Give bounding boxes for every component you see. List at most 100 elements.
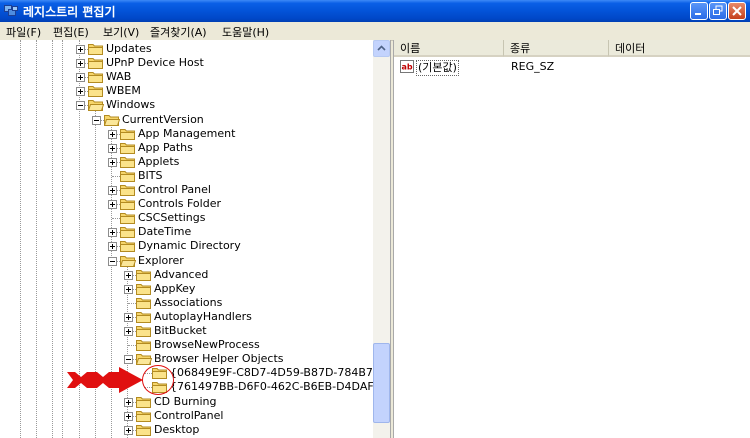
expand-icon[interactable] [108, 129, 117, 139]
tree-item-label: Controls Folder [138, 197, 221, 211]
tree-item[interactable]: WBEM [0, 84, 390, 98]
tree-item[interactable]: App Management [0, 127, 390, 141]
column-data[interactable]: 데이터 [609, 40, 750, 57]
tree-item[interactable]: Browser Helper Objects [0, 352, 390, 366]
tree-item-label: Advanced [154, 267, 209, 281]
folder-icon [88, 56, 104, 70]
folder-icon [136, 310, 152, 323]
tree-item[interactable]: Desktop [0, 423, 390, 437]
folder-icon [103, 113, 121, 126]
tree-item-label: AppKey [154, 281, 196, 295]
tree-item-label: {761497BB-D6F0-462C-B6EB-D4DAF1D92 [170, 380, 391, 394]
expand-icon[interactable] [108, 242, 117, 252]
tree-item[interactable]: {761497BB-D6F0-462C-B6EB-D4DAF1D92 [0, 380, 390, 394]
registry-tree[interactable]: Updates UPnP Device Host WAB WBEM Windows Cur… [0, 40, 391, 438]
tree-item-label: Control Panel [138, 183, 211, 196]
column-name[interactable]: 이름 [394, 40, 504, 57]
tree-item[interactable]: CurrentVersion [0, 113, 390, 127]
tree-item[interactable]: Updates [0, 42, 390, 56]
menu-file[interactable]: 파일(F) [6, 24, 41, 40]
tree-item-label: Dynamic Directory [138, 239, 241, 253]
tree-item-label: DateTime [138, 225, 192, 239]
expand-icon[interactable] [124, 397, 133, 407]
tree-item[interactable]: BrowseNewProcess [0, 338, 390, 352]
tree-item[interactable]: AutoplayHandlers [0, 310, 390, 324]
tree-item[interactable]: UPnP Device Host [0, 56, 390, 70]
menu-favorites[interactable]: 즐겨찾기(A) [150, 24, 207, 40]
expand-icon[interactable] [124, 425, 133, 435]
tree-item-label: WAB [106, 70, 132, 84]
tree-item-label: CSCSettings [138, 211, 206, 225]
tree-item[interactable]: ControlPanel [0, 409, 390, 423]
expand-icon[interactable] [124, 284, 133, 294]
expand-icon[interactable] [108, 186, 117, 195]
red-circle-annotation [142, 365, 174, 395]
folder-icon [136, 409, 152, 422]
tree-item[interactable]: Applets [0, 155, 390, 169]
tree-item[interactable]: WAB [0, 70, 390, 84]
tree-item-label: Associations [154, 295, 223, 309]
tree-item[interactable]: {06849E9F-C8D7-4D59-B87D-784B7D6BE [0, 366, 390, 380]
tree-scrollbar[interactable] [373, 40, 390, 438]
tree-item[interactable]: Control Panel [0, 183, 390, 197]
menu-edit[interactable]: 편집(E) [53, 24, 89, 40]
expand-icon[interactable] [108, 228, 117, 238]
tree-item-label: BitBucket [154, 324, 207, 337]
expand-icon[interactable] [108, 143, 117, 153]
expand-icon[interactable] [124, 327, 133, 336]
scroll-thumb[interactable] [373, 343, 390, 423]
tree-item-label: CD Burning [154, 394, 217, 408]
expand-icon[interactable] [108, 200, 117, 210]
tree-item[interactable]: Dynamic Directory [0, 239, 390, 253]
tree-item[interactable]: AppKey [0, 282, 390, 296]
menu-help[interactable]: 도움말(H) [222, 24, 269, 40]
scroll-up-button[interactable] [373, 40, 390, 57]
collapse-icon[interactable] [76, 101, 85, 111]
red-arrow-annotation [67, 367, 143, 393]
expand-icon[interactable] [76, 59, 85, 69]
values-list[interactable]: 이름 종류 데이터 ab (기본값) REG_SZ [393, 40, 750, 438]
tree-item-label: ControlPanel [154, 408, 224, 422]
tree-item[interactable]: Advanced [0, 268, 390, 282]
tree-item[interactable]: CD Burning [0, 395, 390, 409]
expand-icon[interactable] [124, 411, 133, 421]
tree-item[interactable]: Controls Folder [0, 197, 390, 211]
folder-icon [120, 239, 136, 253]
expand-icon[interactable] [76, 45, 85, 54]
expand-icon[interactable] [76, 73, 85, 83]
menu-view[interactable]: 보기(V) [103, 24, 139, 40]
tree-item-label: {06849E9F-C8D7-4D59-B87D-784B7D6BE [170, 366, 391, 380]
tree-item[interactable]: Associations [0, 296, 390, 310]
tree-item-label: AutoplayHandlers [154, 309, 252, 323]
value-type: REG_SZ [511, 60, 555, 73]
minimize-button[interactable] [690, 2, 708, 20]
expand-icon[interactable] [76, 87, 85, 97]
collapse-icon[interactable] [124, 355, 133, 365]
expand-icon[interactable] [124, 312, 133, 322]
tree-item[interactable]: Windows [0, 98, 390, 112]
value-name[interactable]: (기본값) [416, 60, 459, 76]
tree-item[interactable]: BitBucket [0, 324, 390, 338]
tree-item-label: Updates [106, 42, 152, 55]
folder-icon [120, 225, 136, 239]
folder-icon [136, 296, 152, 309]
tree-item[interactable]: BITS [0, 169, 390, 183]
folder-icon [120, 169, 136, 182]
collapse-icon[interactable] [92, 115, 101, 125]
expand-icon[interactable] [108, 157, 117, 167]
tree-item[interactable]: CSCSettings [0, 211, 390, 225]
tree-item-label: Browser Helper Objects [154, 352, 284, 366]
collapse-icon[interactable] [108, 256, 117, 266]
tree-item-label: Applets [138, 154, 180, 168]
title-bar[interactable]: 레지스트리 편집기 [0, 0, 750, 22]
tree-item-label: CurrentVersion [122, 112, 204, 126]
restore-button[interactable] [709, 2, 727, 20]
folder-icon [136, 282, 152, 295]
close-button[interactable] [728, 2, 746, 20]
expand-icon[interactable] [124, 270, 133, 280]
folder-icon [120, 197, 136, 211]
tree-item[interactable]: Explorer [0, 254, 390, 268]
column-type[interactable]: 종류 [504, 40, 609, 57]
tree-item[interactable]: App Paths [0, 141, 390, 155]
tree-item[interactable]: DateTime [0, 225, 390, 239]
